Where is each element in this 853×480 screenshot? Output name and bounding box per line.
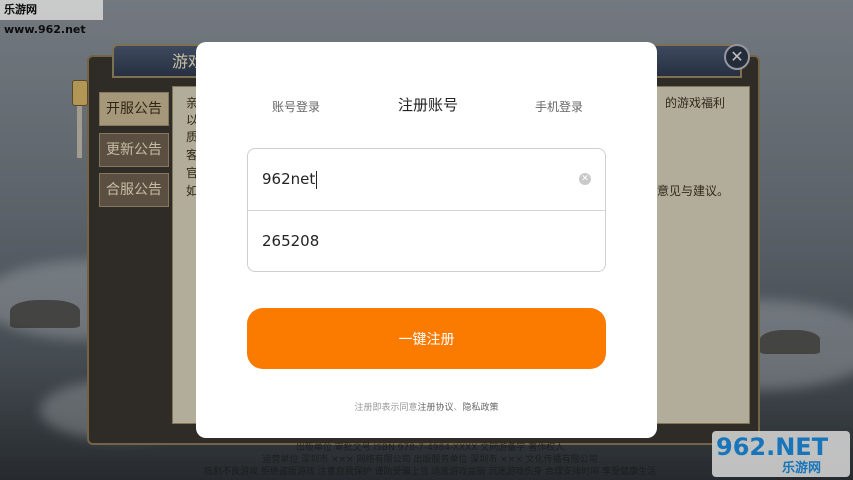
username-field[interactable]: 962net ✕	[248, 149, 605, 210]
text-caret	[316, 170, 318, 189]
tab-account-login[interactable]: 账号登录	[272, 98, 320, 115]
login-tabs: 账号登录 注册账号 手机登录	[196, 92, 657, 116]
registration-agreement-link[interactable]: 注册协议	[417, 403, 453, 413]
privacy-policy-link[interactable]: 隐私政策	[463, 403, 499, 413]
terms-notice: 注册即表示同意注册协议、隐私政策	[196, 400, 657, 413]
password-field[interactable]: 265208	[248, 210, 605, 271]
password-value: 265208	[262, 232, 320, 250]
tab-register-account[interactable]: 注册账号	[398, 94, 458, 115]
terms-separator: 、	[453, 403, 463, 413]
credentials-form: 962net ✕ 265208	[247, 148, 606, 272]
tab-phone-login[interactable]: 手机登录	[535, 98, 583, 115]
register-dialog: 账号登录 注册账号 手机登录 962net ✕ 265208 一键注册 注册即表…	[196, 42, 657, 438]
one-click-register-button[interactable]: 一键注册	[247, 308, 606, 369]
username-value: 962net	[262, 170, 316, 188]
clear-icon[interactable]: ✕	[579, 173, 591, 185]
terms-prefix: 注册即表示同意	[354, 403, 418, 413]
